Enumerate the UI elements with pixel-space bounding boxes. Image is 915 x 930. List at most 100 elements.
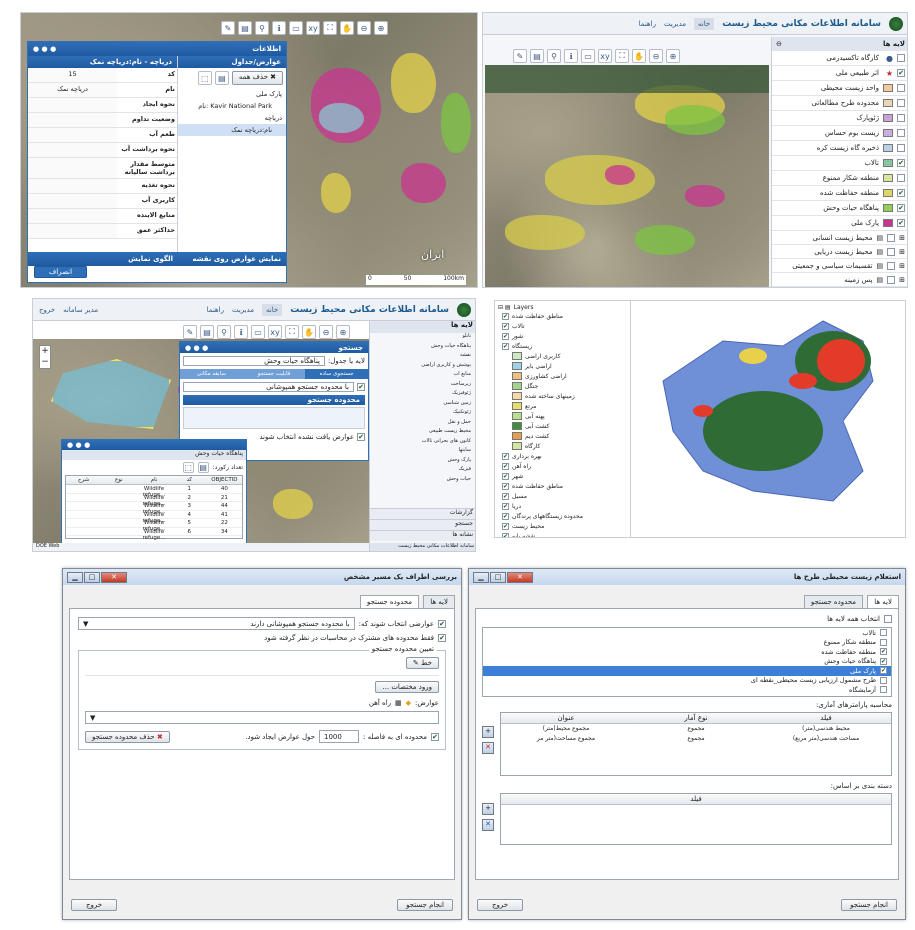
- full-extent-icon[interactable]: ⛶: [615, 49, 629, 63]
- results-col-header[interactable]: شرح: [66, 476, 101, 484]
- side-footer-item[interactable]: جستجو: [370, 519, 475, 530]
- tree-layer-item[interactable]: ✔ تالاب: [498, 321, 627, 331]
- run-search-button[interactable]: انجام جستجو: [841, 899, 897, 911]
- inquiry-layer-item[interactable]: منطقه شکار ممنوع: [483, 638, 891, 648]
- layer-item[interactable]: زیست بوم حساس: [772, 126, 907, 141]
- xy-icon[interactable]: xy: [268, 325, 282, 339]
- close-icon[interactable]: ✕: [101, 571, 127, 583]
- layer-item[interactable]: ✔ منطقه حفاظت شده: [772, 186, 907, 201]
- side-layer-item[interactable]: فیزیک: [370, 466, 475, 476]
- tree-layer-item[interactable]: ✔ مسیل: [498, 491, 627, 501]
- inquiry-layer-checkbox[interactable]: [880, 686, 887, 694]
- tree-layer-item[interactable]: کاربری اراضی: [498, 351, 627, 361]
- identify-icon[interactable]: ℹ: [234, 325, 248, 339]
- inquiry-layer-item[interactable]: آزمایشگاه: [483, 685, 891, 695]
- pencil-icon[interactable]: ✎: [221, 21, 235, 35]
- distance-input[interactable]: 1000: [319, 730, 360, 743]
- full-extent-icon[interactable]: ⛶: [323, 21, 337, 35]
- tree-checkbox[interactable]: ✔: [502, 532, 509, 537]
- print-icon[interactable]: ▤: [197, 462, 209, 473]
- remove-group-icon[interactable]: ✕: [482, 819, 494, 831]
- tree-layer-item[interactable]: ✔ مناطق حفاظت شده: [498, 481, 627, 491]
- nav-help[interactable]: راهنما: [207, 306, 224, 314]
- full-extent-icon[interactable]: ⛶: [285, 325, 299, 339]
- layer-checkbox[interactable]: [897, 99, 905, 107]
- zoom-out-icon[interactable]: ⊖: [357, 21, 371, 35]
- nav-manage[interactable]: مدیریت: [232, 306, 254, 314]
- minimize-icon[interactable]: ▁: [473, 571, 489, 583]
- tree-layer-item[interactable]: ✔ محیط زیست: [498, 521, 627, 531]
- print-icon[interactable]: ▤: [200, 325, 214, 339]
- side-layer-item[interactable]: پناهگاه حیات وحش: [370, 343, 475, 353]
- line-button[interactable]: خط ✎: [405, 657, 439, 669]
- delete-area-button[interactable]: ✖ حذف محدوده جستجو: [85, 730, 170, 743]
- inquiry-layer-item[interactable]: ✔ پناهگاه حیات وحش: [483, 657, 891, 667]
- exit-button[interactable]: خروج: [71, 899, 118, 911]
- measure-icon[interactable]: ▭: [289, 21, 303, 35]
- nav-manage[interactable]: مدیریت: [664, 20, 686, 28]
- tree-layer-item[interactable]: اراضی کشاورزی: [498, 371, 627, 381]
- layer-checkbox[interactable]: ✔: [897, 69, 905, 77]
- binoculars-icon[interactable]: ⚲: [255, 21, 269, 35]
- binoculars-icon[interactable]: ⚲: [217, 325, 231, 339]
- group-checkbox[interactable]: [887, 247, 896, 256]
- side-layer-item[interactable]: پارک وحش: [370, 457, 475, 467]
- layer-item[interactable]: ✔ ★ اثر طبیعی ملی: [772, 66, 907, 81]
- collapse-icon[interactable]: ⊖: [776, 40, 782, 48]
- layer-checkbox[interactable]: [897, 54, 905, 62]
- inquiry-layer-checkbox[interactable]: ✔: [880, 657, 887, 665]
- binoculars-icon[interactable]: ⚲: [547, 49, 561, 63]
- expand-icon[interactable]: ⊞: [899, 262, 905, 270]
- tree-layer-item[interactable]: کارگاه: [498, 441, 627, 451]
- zoom-in-icon[interactable]: ⊕: [374, 21, 388, 35]
- layer-item[interactable]: واحد زیست محیطی: [772, 81, 907, 96]
- side-layer-item[interactable]: نقشه: [370, 352, 475, 362]
- zoom-control[interactable]: + −: [39, 345, 51, 369]
- stats-col-header[interactable]: نوع آمار: [631, 713, 761, 723]
- export-icon[interactable]: ⬚: [197, 71, 212, 85]
- features-select[interactable]: ▼: [85, 711, 439, 724]
- layer-group[interactable]: ⊞ ▤ تقسیمات سیاسی و جمعیتی: [772, 259, 907, 273]
- export-icon[interactable]: ⬚: [182, 462, 194, 473]
- tree-layer-item[interactable]: پهنه آبی: [498, 411, 627, 421]
- results-col-header[interactable]: OBJECTID: [207, 476, 242, 484]
- cancel-button[interactable]: انصراف: [34, 266, 88, 278]
- pencil-icon[interactable]: ✎: [513, 49, 527, 63]
- show-on-map-header[interactable]: نمایش عوارض روی نقشه: [178, 252, 286, 266]
- side-layer-item[interactable]: زیرساخت: [370, 381, 475, 391]
- print-icon[interactable]: ▤: [214, 71, 229, 85]
- expand-icon[interactable]: ⊞: [899, 234, 905, 242]
- layer-item[interactable]: ذخیره گاه زیست کره: [772, 141, 907, 156]
- pan-icon[interactable]: ✋: [340, 21, 354, 35]
- layer-item[interactable]: ● کارگاه تاکسیدرمی: [772, 51, 907, 66]
- tree-checkbox[interactable]: ✔: [502, 342, 509, 350]
- layer-checkbox[interactable]: ✔: [897, 189, 905, 197]
- layer-checkbox[interactable]: [897, 174, 905, 182]
- window-controls-icon[interactable]: ● ● ●: [67, 441, 90, 449]
- layer-group[interactable]: ⊞ ▤ پس زمینه: [772, 273, 907, 287]
- tree-checkbox[interactable]: ✔: [502, 472, 509, 480]
- inquiry-layer-checkbox[interactable]: ✔: [880, 667, 887, 675]
- results-col-header[interactable]: نام: [136, 476, 171, 484]
- measure-icon[interactable]: ▭: [581, 49, 595, 63]
- layer-group[interactable]: ⊞ ▤ محیط زیست دریایی: [772, 245, 907, 259]
- layer-item[interactable]: منطقه شکار ممنوع: [772, 171, 907, 186]
- layer-item[interactable]: محدوده طرح مطالعاتی: [772, 96, 907, 111]
- window-controls-icon[interactable]: ● ● ●: [33, 45, 56, 53]
- map-view[interactable]: [485, 65, 769, 287]
- run-search-button[interactable]: انجام جستجو: [397, 899, 453, 911]
- add-stat-icon[interactable]: +: [482, 726, 494, 738]
- minimize-icon[interactable]: ▁: [67, 571, 83, 583]
- side-layer-item[interactable]: سایتها: [370, 447, 475, 457]
- tree-checkbox[interactable]: ✔: [502, 522, 509, 530]
- tree-layer-item[interactable]: ✔ نقشه پایه: [498, 531, 627, 537]
- identify-icon[interactable]: ℹ: [272, 21, 286, 35]
- table-row[interactable]: محیط هندسی(متر) مجموع مجموع محیط(متر): [501, 724, 891, 734]
- nav-logout[interactable]: خروج: [39, 306, 55, 314]
- tree-node[interactable]: دریاچه: [178, 112, 286, 124]
- layer-checkbox[interactable]: ✔: [897, 204, 905, 212]
- tree-node[interactable]: Kavir National Park :نام: [178, 100, 286, 112]
- side-layer-item[interactable]: منابع آب: [370, 371, 475, 381]
- tree-layer-item[interactable]: ✔ شهر: [498, 471, 627, 481]
- layer-item[interactable]: ژئوپارک: [772, 111, 907, 126]
